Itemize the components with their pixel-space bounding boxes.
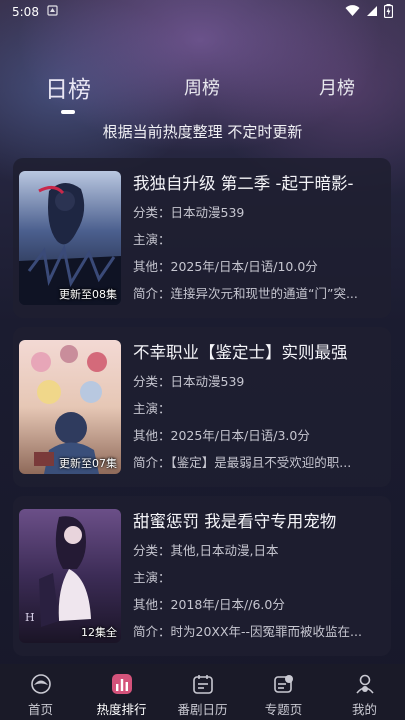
poster-art: H (19, 509, 121, 643)
status-bar: 5:08 (0, 0, 405, 24)
list-item[interactable]: H 12集全 甜蜜惩罚 我是看守专用宠物 分类：其他,日本动漫,日本 主演： 其… (13, 496, 391, 656)
bottom-nav: 首页 热度排行 番剧日历 专题页 我的 (0, 664, 405, 720)
nav-item-ranking[interactable]: 热度排行 (81, 664, 162, 720)
nav-label-ranking: 热度排行 (96, 702, 147, 717)
episode-badge: 更新至08集 (59, 288, 117, 301)
item-summary: 简介：连接异次元和现世的通道“门”突... (133, 286, 358, 301)
nav-item-topic[interactable]: 专题页 (243, 664, 324, 720)
tab-weekly-label: 周榜 (184, 78, 220, 99)
item-category: 分类：日本动漫539 (133, 205, 245, 220)
item-other: 其他：2018年/日本//6.0分 (133, 597, 285, 612)
poster-art (19, 171, 121, 305)
nav-item-home[interactable]: 首页 (0, 664, 81, 720)
item-summary: 简介：时为20XX年--因冤罪而被收监在... (133, 624, 362, 639)
item-title: 我独自升级 第二季 -起于暗影- (133, 174, 354, 193)
home-icon (30, 674, 51, 694)
item-other: 其他：2025年/日本/日语/10.0分 (133, 259, 318, 274)
list-item[interactable]: 更新至08集 我独自升级 第二季 -起于暗影- 分类：日本动漫539 主演： 其… (13, 158, 391, 318)
poster-art (19, 340, 121, 474)
battery-icon (383, 3, 394, 21)
tab-daily-label: 日榜 (45, 77, 91, 103)
nav-label-topic: 专题页 (264, 702, 303, 717)
profile-icon (355, 674, 374, 694)
item-category: 分类：其他,日本动漫,日本 (133, 543, 279, 558)
item-category: 分类：日本动漫539 (133, 374, 245, 389)
status-time: 5:08 (12, 5, 39, 19)
calendar-icon (192, 675, 213, 694)
item-cast: 主演： (133, 232, 171, 247)
item-cast: 主演： (133, 401, 171, 416)
ranking-icon (111, 674, 132, 694)
nav-label-profile: 我的 (351, 702, 377, 717)
item-title: 甜蜜惩罚 我是看守专用宠物 (133, 512, 337, 531)
nav-item-profile[interactable]: 我的 (324, 664, 405, 720)
notification-icon (47, 5, 58, 19)
tab-daily[interactable]: 日榜 (28, 70, 108, 114)
tab-weekly[interactable]: 周榜 (162, 74, 242, 100)
nav-label-home: 首页 (27, 702, 53, 717)
tab-monthly-label: 月榜 (319, 78, 355, 99)
nav-label-calendar: 番剧日历 (177, 702, 228, 717)
nav-item-calendar[interactable]: 番剧日历 (162, 664, 243, 720)
ranking-subtitle: 根据当前热度整理 不定时更新 (102, 123, 303, 141)
item-title: 不幸职业【鉴定士】实则最强 (133, 343, 348, 362)
list-item[interactable]: 更新至07集 不幸职业【鉴定士】实则最强 分类：日本动漫539 主演： 其他：2… (13, 327, 391, 487)
poster-image[interactable]: 更新至08集 (19, 171, 121, 305)
tab-monthly[interactable]: 月榜 (297, 74, 377, 100)
poster-image[interactable]: H 12集全 (19, 509, 121, 643)
signal-icon (366, 5, 378, 20)
ranking-tabs: 日榜 周榜 月榜 (0, 62, 405, 114)
episode-badge: 12集全 (81, 626, 117, 639)
episode-badge: 更新至07集 (59, 457, 117, 470)
poster-image[interactable]: 更新至07集 (19, 340, 121, 474)
item-other: 其他：2025年/日本/日语/3.0分 (133, 428, 310, 443)
wifi-icon (345, 4, 360, 20)
tab-active-indicator (61, 110, 75, 114)
topic-icon (273, 675, 293, 693)
svg-text:H: H (25, 611, 35, 624)
item-cast: 主演： (133, 570, 171, 585)
item-summary: 简介：【鉴定】是最弱且不受欢迎的职... (133, 455, 352, 470)
